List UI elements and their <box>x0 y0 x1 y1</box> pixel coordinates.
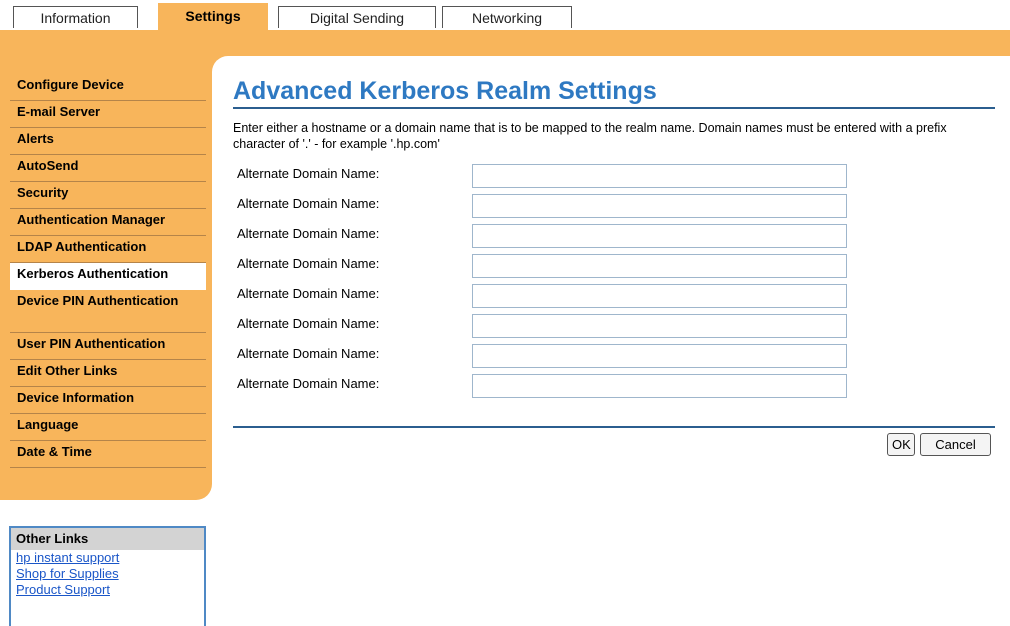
alternate-domain-input[interactable] <box>472 194 847 218</box>
ok-button[interactable]: OK <box>887 433 915 456</box>
title-divider <box>233 107 995 109</box>
sidebar-corner <box>212 56 252 72</box>
sidebar-item-ldap-authentication[interactable]: LDAP Authentication <box>10 236 206 263</box>
alternate-domain-label: Alternate Domain Name: <box>237 346 380 361</box>
link-hp-instant-support[interactable]: hp instant support <box>11 550 204 566</box>
alternate-domain-input[interactable] <box>472 374 847 398</box>
alternate-domain-input[interactable] <box>472 284 847 308</box>
link-product-support[interactable]: Product Support <box>11 582 204 598</box>
cancel-button[interactable]: Cancel <box>920 433 991 456</box>
sidebar-item-device-information[interactable]: Device Information <box>10 387 206 414</box>
sidebar-item-kerberos-authentication[interactable]: Kerberos Authentication <box>10 263 206 290</box>
alternate-domain-input[interactable] <box>472 254 847 278</box>
page-description: Enter either a hostname or a domain name… <box>233 121 947 151</box>
alternate-domain-input[interactable] <box>472 224 847 248</box>
sidebar-item-alerts[interactable]: Alerts <box>10 128 206 155</box>
tab-settings[interactable]: Settings <box>158 3 268 31</box>
header-strip <box>0 30 1010 56</box>
other-links-panel: Other Links hp instant support Shop for … <box>9 526 206 626</box>
sidebar-item-date-time[interactable]: Date & Time <box>10 441 206 468</box>
tab-information[interactable]: Information <box>13 6 138 28</box>
alternate-domain-label: Alternate Domain Name: <box>237 286 380 301</box>
alternate-domain-input[interactable] <box>472 344 847 368</box>
alternate-domain-label: Alternate Domain Name: <box>237 226 380 241</box>
alternate-domain-label: Alternate Domain Name: <box>237 166 380 181</box>
sidebar-item-authentication-manager[interactable]: Authentication Manager <box>10 209 206 236</box>
other-links-title: Other Links <box>11 528 204 550</box>
page-title: Advanced Kerberos Realm Settings <box>233 77 657 105</box>
sidebar-nav: Configure Device E-mail Server Alerts Au… <box>10 74 206 468</box>
alternate-domain-label: Alternate Domain Name: <box>237 376 380 391</box>
sidebar-item-email-server[interactable]: E-mail Server <box>10 101 206 128</box>
tab-networking[interactable]: Networking <box>442 6 572 28</box>
sidebar-item-configure-device[interactable]: Configure Device <box>10 74 206 101</box>
alternate-domain-label: Alternate Domain Name: <box>237 256 380 271</box>
sidebar-item-language[interactable]: Language <box>10 414 206 441</box>
alternate-domain-label: Alternate Domain Name: <box>237 316 380 331</box>
sidebar-item-edit-other-links[interactable]: Edit Other Links <box>10 360 206 387</box>
alternate-domain-input[interactable] <box>472 164 847 188</box>
sidebar-item-user-pin-authentication[interactable]: User PIN Authentication <box>10 333 206 360</box>
sidebar-item-device-pin-authentication[interactable]: Device PIN Authentication <box>10 290 206 333</box>
tab-digital-sending[interactable]: Digital Sending <box>278 6 436 28</box>
sidebar: Configure Device E-mail Server Alerts Au… <box>0 56 212 500</box>
link-shop-for-supplies[interactable]: Shop for Supplies <box>11 566 204 582</box>
footer-divider <box>233 426 995 428</box>
alternate-domain-input[interactable] <box>472 314 847 338</box>
alternate-domain-label: Alternate Domain Name: <box>237 196 380 211</box>
tab-bar: Information Settings Digital Sending Net… <box>0 0 1010 31</box>
sidebar-item-autosend[interactable]: AutoSend <box>10 155 206 182</box>
sidebar-item-security[interactable]: Security <box>10 182 206 209</box>
